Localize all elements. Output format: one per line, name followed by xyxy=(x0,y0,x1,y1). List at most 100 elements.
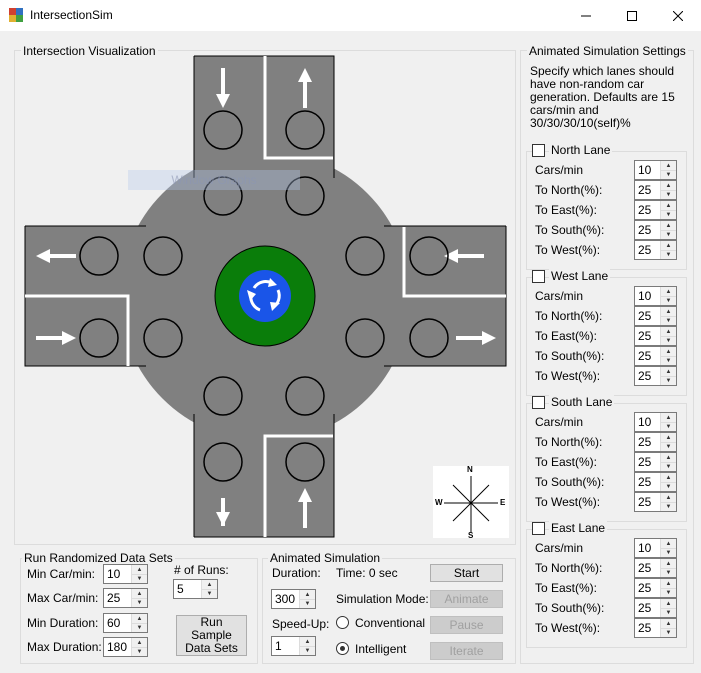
min-car-label: Min Car/min: xyxy=(27,567,96,581)
south-lane-checkbox[interactable] xyxy=(532,396,545,409)
north-lane-field-stepper[interactable]: 25 ▲ ▼ xyxy=(634,220,677,240)
compass-east: E xyxy=(500,498,506,507)
stepper-value: 25 xyxy=(638,621,652,635)
spin-down-icon[interactable]: ▼ xyxy=(661,608,676,617)
start-button[interactable]: Start xyxy=(430,564,503,582)
conventional-radio[interactable] xyxy=(336,616,349,629)
conventional-label: Conventional xyxy=(355,616,426,630)
spin-down-icon[interactable]: ▼ xyxy=(661,548,676,557)
south-lane-field-label: To South(%): xyxy=(535,475,605,489)
south-lane-field-stepper[interactable]: 10 ▲ ▼ xyxy=(634,412,677,432)
north-lane-field-stepper[interactable]: 10 ▲ ▼ xyxy=(634,160,677,180)
east-lane-checkbox[interactable] xyxy=(532,522,545,535)
stepper-value: 25 xyxy=(638,475,652,489)
max-duration-stepper[interactable]: 180 ▲ ▼ xyxy=(103,637,148,657)
east-lane-field-stepper[interactable]: 25 ▲ ▼ xyxy=(634,618,677,638)
stepper-value: 25 xyxy=(638,349,652,363)
stepper-value: 10 xyxy=(638,415,652,429)
runs-stepper[interactable]: 5 ▲ ▼ xyxy=(173,579,218,599)
spin-down-icon[interactable]: ▼ xyxy=(661,568,676,577)
east-lane-field-stepper[interactable]: 10 ▲ ▼ xyxy=(634,538,677,558)
spin-down-icon[interactable]: ▼ xyxy=(661,210,676,219)
min-duration-stepper[interactable]: 60 ▲ ▼ xyxy=(103,613,148,633)
intelligent-radio[interactable] xyxy=(336,642,349,655)
spin-down-icon[interactable]: ▼ xyxy=(300,599,315,608)
max-car-label: Max Car/min: xyxy=(27,591,99,605)
south-lane-field-stepper[interactable]: 25 ▲ ▼ xyxy=(634,452,677,472)
north-lane-checkbox[interactable] xyxy=(532,144,545,157)
east-lane-field-stepper[interactable]: 25 ▲ ▼ xyxy=(634,598,677,618)
spin-down-icon[interactable]: ▼ xyxy=(661,628,676,637)
spin-down-icon[interactable]: ▼ xyxy=(661,502,676,511)
south-lane-field-label: Cars/min xyxy=(535,415,584,429)
spin-down-icon[interactable]: ▼ xyxy=(661,296,676,305)
south-lane-field-stepper[interactable]: 25 ▲ ▼ xyxy=(634,492,677,512)
duration-stepper[interactable]: 300 ▲ ▼ xyxy=(271,589,316,609)
spin-down-icon[interactable]: ▼ xyxy=(132,574,147,583)
spin-down-icon[interactable]: ▼ xyxy=(661,250,676,259)
spin-down-icon[interactable]: ▼ xyxy=(661,482,676,491)
spin-down-icon[interactable]: ▼ xyxy=(661,356,676,365)
min-car-value: 10 xyxy=(107,567,121,581)
west-lane-field-label: To North(%): xyxy=(535,309,603,323)
spin-down-icon[interactable]: ▼ xyxy=(661,230,676,239)
north-lane-field-stepper[interactable]: 25 ▲ ▼ xyxy=(634,180,677,200)
south-lane-field-label: To North(%): xyxy=(535,435,603,449)
west-lane-field-stepper[interactable]: 25 ▲ ▼ xyxy=(634,306,677,326)
spin-down-icon[interactable]: ▼ xyxy=(661,588,676,597)
stepper-value: 25 xyxy=(638,243,652,257)
spin-down-icon[interactable]: ▼ xyxy=(661,462,676,471)
east-lane-field-stepper[interactable]: 25 ▲ ▼ xyxy=(634,578,677,598)
west-lane-field-stepper[interactable]: 25 ▲ ▼ xyxy=(634,326,677,346)
animate-button[interactable]: Animate xyxy=(430,590,503,608)
spin-down-icon[interactable]: ▼ xyxy=(661,170,676,179)
stepper-value: 10 xyxy=(638,163,652,177)
min-car-stepper[interactable]: 10 ▲ ▼ xyxy=(103,564,148,584)
north-lane-field-label: To South(%): xyxy=(535,223,605,237)
iterate-button[interactable]: Iterate xyxy=(430,642,503,660)
south-lane-field-stepper[interactable]: 25 ▲ ▼ xyxy=(634,472,677,492)
spin-down-icon[interactable]: ▼ xyxy=(202,589,217,598)
east-lane-field-stepper[interactable]: 25 ▲ ▼ xyxy=(634,558,677,578)
ghost-overlay-text: Window Graphs xyxy=(128,170,300,190)
north-lane-field-label: To West(%): xyxy=(535,243,601,257)
spin-down-icon[interactable]: ▼ xyxy=(661,376,676,385)
duration-label: Duration: xyxy=(272,566,321,580)
spin-down-icon[interactable]: ▼ xyxy=(661,422,676,431)
stepper-value: 25 xyxy=(638,561,652,575)
north-lane-title: North Lane xyxy=(549,143,613,157)
spin-down-icon[interactable]: ▼ xyxy=(661,190,676,199)
north-lane-field-stepper[interactable]: 25 ▲ ▼ xyxy=(634,240,677,260)
stepper-value: 25 xyxy=(638,329,652,343)
spin-down-icon[interactable]: ▼ xyxy=(132,598,147,607)
stepper-value: 25 xyxy=(638,223,652,237)
south-lane-field-label: To West(%): xyxy=(535,495,601,509)
max-car-stepper[interactable]: 25 ▲ ▼ xyxy=(103,588,148,608)
south-lane-title: South Lane xyxy=(549,395,615,409)
stepper-value: 25 xyxy=(638,435,652,449)
intersection-drawing xyxy=(24,55,507,538)
run-sample-button[interactable]: Run Sample Data Sets xyxy=(176,615,247,656)
spin-down-icon[interactable]: ▼ xyxy=(132,647,147,656)
west-lane-field-label: Cars/min xyxy=(535,289,584,303)
west-lane-field-stepper[interactable]: 25 ▲ ▼ xyxy=(634,366,677,386)
min-duration-value: 60 xyxy=(107,616,121,630)
north-lane-field-stepper[interactable]: 25 ▲ ▼ xyxy=(634,200,677,220)
east-lane-title: East Lane xyxy=(549,521,608,535)
west-lane-field-stepper[interactable]: 25 ▲ ▼ xyxy=(634,346,677,366)
spin-down-icon[interactable]: ▼ xyxy=(661,442,676,451)
intelligent-label: Intelligent xyxy=(355,642,407,656)
spin-down-icon[interactable]: ▼ xyxy=(132,623,147,632)
north-lane-field-label: To North(%): xyxy=(535,183,603,197)
spin-down-icon[interactable]: ▼ xyxy=(661,316,676,325)
south-lane-field-stepper[interactable]: 25 ▲ ▼ xyxy=(634,432,677,452)
speedup-value: 1 xyxy=(275,639,282,653)
speedup-stepper[interactable]: 1 ▲ ▼ xyxy=(271,636,316,656)
mode-label: Simulation Mode: xyxy=(336,592,429,606)
west-lane-checkbox[interactable] xyxy=(532,270,545,283)
pause-button[interactable]: Pause xyxy=(430,616,503,634)
stepper-value: 10 xyxy=(638,289,652,303)
spin-down-icon[interactable]: ▼ xyxy=(300,646,315,655)
spin-down-icon[interactable]: ▼ xyxy=(661,336,676,345)
west-lane-field-stepper[interactable]: 10 ▲ ▼ xyxy=(634,286,677,306)
